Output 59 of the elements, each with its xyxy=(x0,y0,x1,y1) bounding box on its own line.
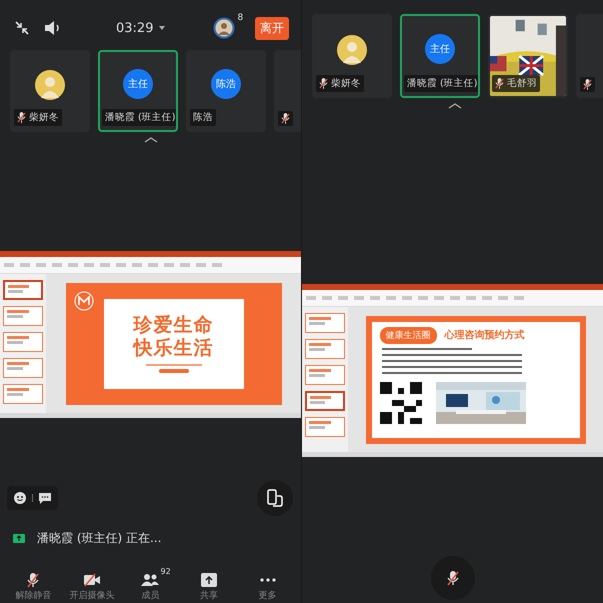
slide-thumbnail[interactable] xyxy=(3,332,43,352)
collapse-chevron-icon[interactable] xyxy=(144,137,158,143)
initials-avatar: 主任 xyxy=(425,34,455,64)
minimize-icon[interactable] xyxy=(14,20,30,36)
share-icon xyxy=(201,573,218,587)
screen-share-icon xyxy=(13,534,25,543)
slide-thumbnail[interactable] xyxy=(305,391,345,411)
camera-off-icon xyxy=(82,573,101,587)
video-tile[interactable]: 主任 潘晓霞 (班主任) xyxy=(400,14,480,98)
toolbar-button[interactable]: 更多 xyxy=(240,571,296,602)
name-label: 毛舒羽 xyxy=(492,75,540,92)
slide-thumbnail[interactable] xyxy=(3,384,43,404)
muted-mic-icon xyxy=(25,572,42,588)
slide-thumbnail[interactable] xyxy=(305,313,345,333)
dropdown-caret-icon[interactable] xyxy=(159,26,166,30)
mute-button[interactable] xyxy=(430,556,474,600)
avatar-icon[interactable] xyxy=(213,17,236,39)
collapse-chevron-icon[interactable] xyxy=(448,103,462,109)
initials-avatar: 陈浩 xyxy=(211,69,241,99)
mic-icon xyxy=(444,570,460,586)
switch-view-button[interactable] xyxy=(257,480,293,516)
chat-icon[interactable] xyxy=(39,492,51,504)
avatar xyxy=(35,70,65,100)
video-tile[interactable]: 毛舒羽 xyxy=(488,14,568,98)
emoji-icon[interactable] xyxy=(14,492,26,504)
participant-count: 8 xyxy=(237,13,244,23)
meeting-timer[interactable]: 03:29 xyxy=(116,20,154,36)
sharing-status: 潘晓霞 (班主任) 正在... xyxy=(37,530,162,547)
logo-icon xyxy=(74,290,94,310)
video-tile[interactable]: 主任 潘晓霞 (班主任) xyxy=(98,50,178,132)
section-tag: 健康生活圈 xyxy=(380,326,436,344)
slide-thumbnail[interactable] xyxy=(305,365,345,385)
slide-thumbnail[interactable] xyxy=(3,358,43,378)
name-label: 潘晓霞 (班主任) xyxy=(102,109,176,126)
switch-view-icon xyxy=(266,489,284,507)
qr-code-icon xyxy=(380,382,422,424)
slide-title-text: 快乐生活 xyxy=(134,337,214,359)
name-label: 陈浩 xyxy=(190,109,216,126)
toolbar-button[interactable]: 开启摄像头 xyxy=(64,571,120,602)
toolbar-button[interactable]: 解除静音 xyxy=(5,571,62,602)
slide-heading: 心理咨询预约方式 xyxy=(444,328,524,342)
name-label: 柴妍冬 xyxy=(14,109,62,126)
name-label: 潘晓霞 (班主任) xyxy=(404,75,478,92)
more-icon xyxy=(260,578,276,582)
toolbar-button[interactable]: 共享 xyxy=(181,571,238,602)
people-icon xyxy=(141,573,160,587)
initials-avatar: 主任 xyxy=(123,69,153,99)
slide-thumbnail[interactable] xyxy=(3,280,43,300)
slide-thumbnail[interactable] xyxy=(305,339,345,359)
name-label: 柴妍冬 xyxy=(316,75,364,92)
slide-thumbnail[interactable] xyxy=(305,417,345,437)
video-tile[interactable]: 柴妍冬 xyxy=(312,14,392,98)
video-tile[interactable]: 陈浩 陈浩 xyxy=(186,50,266,132)
subtitle-drawing xyxy=(144,363,204,373)
slide-thumbnail[interactable] xyxy=(3,306,43,326)
reaction-bar[interactable] xyxy=(7,486,58,510)
video-tile[interactable]: 柴妍冬 xyxy=(10,50,90,132)
slide-title-text: 珍爱生命 xyxy=(134,314,214,336)
avatar xyxy=(337,35,367,65)
